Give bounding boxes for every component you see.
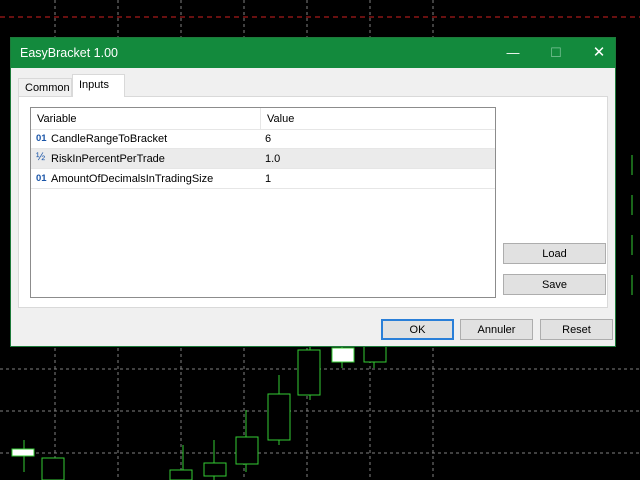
- column-variable-label: Variable: [37, 113, 77, 125]
- ok-button[interactable]: OK: [381, 319, 454, 340]
- candle-body: [331, 347, 355, 363]
- row-variable-name: AmountOfDecimalsInTradingSize: [51, 173, 214, 185]
- column-variable[interactable]: Variable: [31, 108, 261, 129]
- grid-header: Variable Value: [31, 108, 495, 130]
- reset-button[interactable]: Reset: [540, 319, 613, 340]
- close-icon[interactable]: ✕: [579, 38, 619, 68]
- candle-body: [267, 393, 291, 441]
- save-button[interactable]: Save: [503, 274, 606, 295]
- candle-body: [203, 462, 227, 477]
- dialog-titlebar[interactable]: EasyBracket 1.00 — ☐ ✕: [11, 38, 615, 68]
- maximize-icon[interactable]: ☐: [536, 38, 576, 68]
- properties-dialog: EasyBracket 1.00 — ☐ ✕ Common Inputs Var…: [10, 37, 616, 347]
- candle-body: [11, 448, 35, 457]
- row-value[interactable]: 6: [265, 133, 271, 145]
- inputs-panel: Variable Value 01 CandleRangeToBracket 6…: [18, 96, 608, 308]
- inputs-grid: Variable Value 01 CandleRangeToBracket 6…: [30, 107, 496, 298]
- fraction-icon: ½: [36, 151, 46, 163]
- dialog-title: EasyBracket 1.00: [20, 46, 118, 60]
- minimize-icon[interactable]: —: [493, 38, 533, 68]
- candle-body: [235, 436, 259, 465]
- integer-icon: 01: [36, 133, 47, 144]
- candle-body: [363, 344, 387, 363]
- table-row[interactable]: 01 CandleRangeToBracket 6: [31, 129, 495, 149]
- tab-inputs[interactable]: Inputs: [72, 74, 125, 97]
- row-value[interactable]: 1.0: [265, 153, 280, 165]
- candle-body: [41, 457, 65, 480]
- candle-body: [169, 469, 193, 480]
- load-button[interactable]: Load: [503, 243, 606, 264]
- tab-common[interactable]: Common: [18, 78, 72, 96]
- row-variable-name: CandleRangeToBracket: [51, 133, 168, 145]
- column-value[interactable]: Value: [261, 108, 495, 129]
- integer-icon: 01: [36, 173, 47, 184]
- column-value-label: Value: [267, 113, 295, 125]
- row-value[interactable]: 1: [265, 173, 271, 185]
- candle-body: [297, 349, 321, 396]
- cancel-button[interactable]: Annuler: [460, 319, 533, 340]
- table-row[interactable]: ½ RiskInPercentPerTrade 1.0: [31, 149, 495, 169]
- table-row[interactable]: 01 AmountOfDecimalsInTradingSize 1: [31, 169, 495, 189]
- row-variable-name: RiskInPercentPerTrade: [51, 153, 165, 165]
